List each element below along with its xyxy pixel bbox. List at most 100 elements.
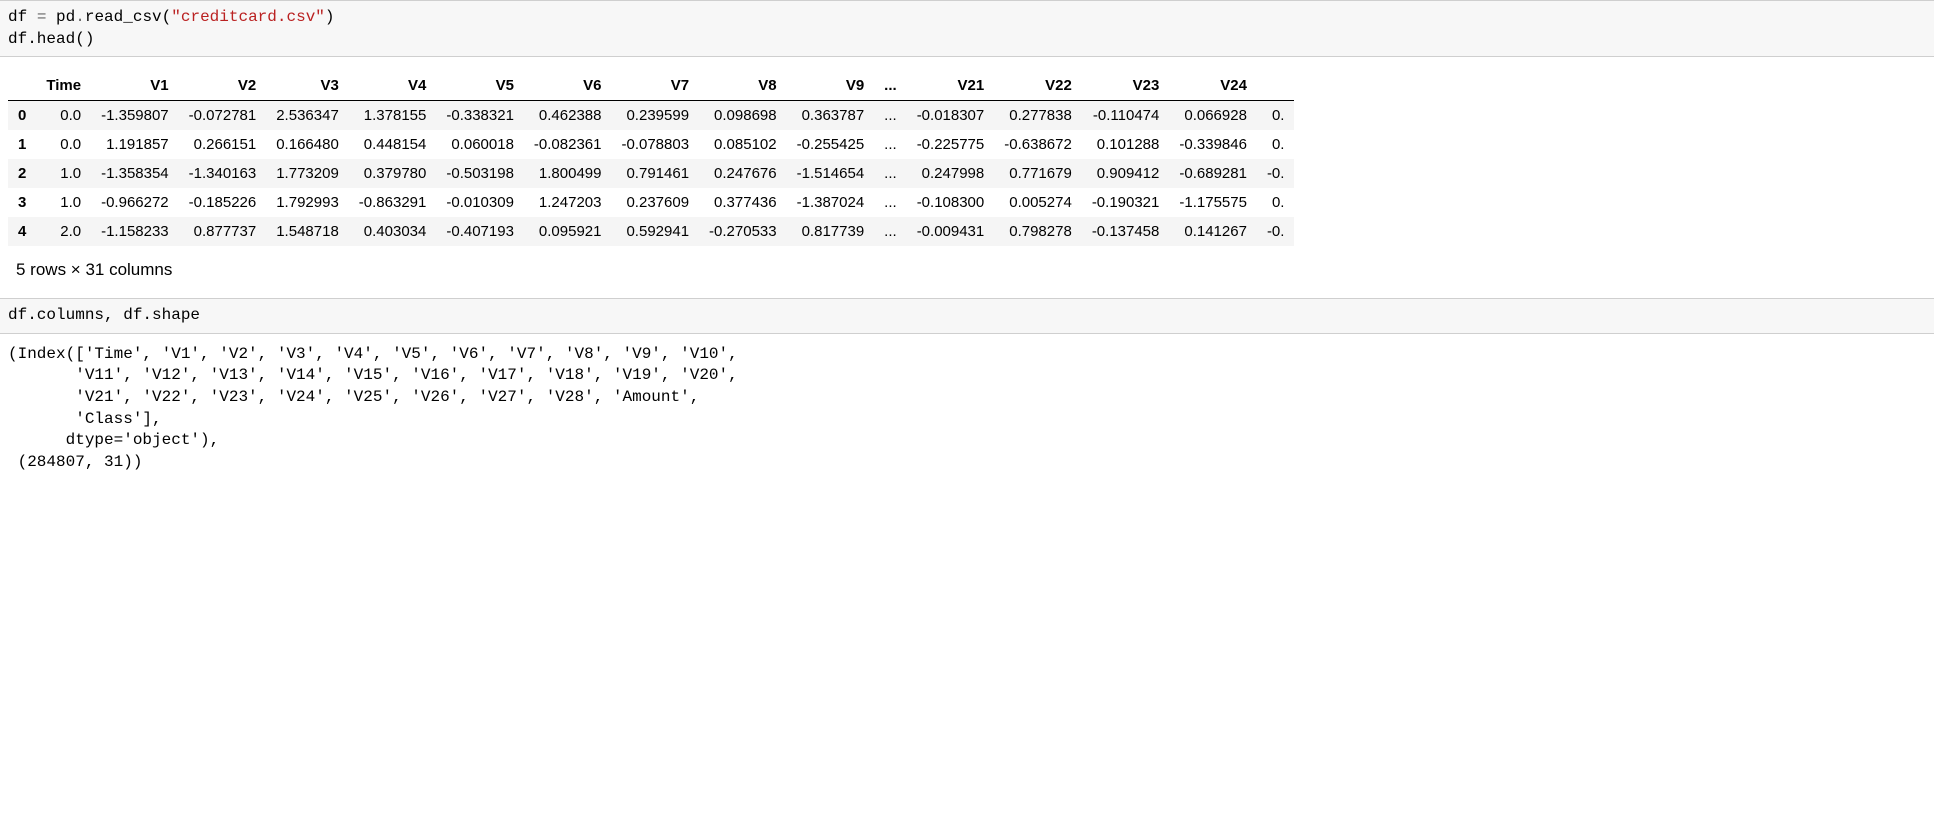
table-cell: -0.078803 <box>611 130 699 159</box>
table-cell: 2.0 <box>36 217 91 246</box>
table-row: 21.0-1.358354-1.3401631.7732090.379780-0… <box>8 159 1294 188</box>
column-header <box>1257 71 1295 101</box>
table-row: 10.01.1918570.2661510.1664800.4481540.06… <box>8 130 1294 159</box>
table-cell: 0.277838 <box>994 101 1082 131</box>
table-cell: 1.773209 <box>266 159 349 188</box>
table-cell: 0.098698 <box>699 101 787 131</box>
table-cell: 1.378155 <box>349 101 437 131</box>
code-cell-2[interactable]: df.columns, df.shape <box>0 298 1934 334</box>
table-cell: -0.137458 <box>1082 217 1170 246</box>
table-cell: -0.966272 <box>91 188 179 217</box>
table-row: 31.0-0.966272-0.1852261.792993-0.863291-… <box>8 188 1294 217</box>
dataframe-shape-note: 5 rows × 31 columns <box>8 246 1926 298</box>
table-corner <box>8 71 36 101</box>
code-text: df = pd.read_csv("creditcard.csv") df.he… <box>8 8 335 48</box>
table-cell: 0.005274 <box>994 188 1082 217</box>
table-cell: 0.363787 <box>787 101 875 131</box>
output-cell-1: TimeV1V2V3V4V5V6V7V8V9...V21V22V23V24 00… <box>0 57 1934 298</box>
column-header: V21 <box>907 71 995 101</box>
dataframe-table: TimeV1V2V3V4V5V6V7V8V9...V21V22V23V24 00… <box>8 71 1294 246</box>
table-cell: 0.239599 <box>611 101 699 131</box>
table-cell: -0.108300 <box>907 188 995 217</box>
table-cell: 0.817739 <box>787 217 875 246</box>
column-header: V9 <box>787 71 875 101</box>
table-cell: -0.638672 <box>994 130 1082 159</box>
table-cell: -0.185226 <box>179 188 267 217</box>
table-cell: 0.877737 <box>179 217 267 246</box>
column-header: V6 <box>524 71 612 101</box>
table-row: 42.0-1.1582330.8777371.5487180.403034-0.… <box>8 217 1294 246</box>
table-cell: 0.592941 <box>611 217 699 246</box>
table-cell: -0.082361 <box>524 130 612 159</box>
table-cell: -0. <box>1257 159 1295 188</box>
table-cell: 0.237609 <box>611 188 699 217</box>
code-cell-1[interactable]: df = pd.read_csv("creditcard.csv") df.he… <box>0 0 1934 57</box>
table-cell: 0.791461 <box>611 159 699 188</box>
table-cell: 0.095921 <box>524 217 612 246</box>
table-header-row: TimeV1V2V3V4V5V6V7V8V9...V21V22V23V24 <box>8 71 1294 101</box>
column-header: V7 <box>611 71 699 101</box>
table-row: 00.0-1.359807-0.0727812.5363471.378155-0… <box>8 101 1294 131</box>
table-cell: ... <box>874 130 907 159</box>
table-cell: 0.0 <box>36 101 91 131</box>
table-cell: 0.085102 <box>699 130 787 159</box>
table-cell: -0.018307 <box>907 101 995 131</box>
table-cell: -0.110474 <box>1082 101 1170 131</box>
table-cell: 1.800499 <box>524 159 612 188</box>
table-cell: 0.266151 <box>179 130 267 159</box>
row-index: 2 <box>8 159 36 188</box>
table-cell: 0. <box>1257 130 1295 159</box>
table-cell: 0.403034 <box>349 217 437 246</box>
table-cell: 0.066928 <box>1169 101 1257 131</box>
row-index: 4 <box>8 217 36 246</box>
table-cell: -0.689281 <box>1169 159 1257 188</box>
table-cell: -1.340163 <box>179 159 267 188</box>
table-cell: ... <box>874 217 907 246</box>
dataframe-wrapper[interactable]: TimeV1V2V3V4V5V6V7V8V9...V21V22V23V24 00… <box>8 65 1926 246</box>
table-cell: -0.338321 <box>436 101 524 131</box>
table-cell: 1.247203 <box>524 188 612 217</box>
column-header: V23 <box>1082 71 1170 101</box>
table-cell: 1.0 <box>36 159 91 188</box>
table-cell: -0.225775 <box>907 130 995 159</box>
table-cell: 0. <box>1257 188 1295 217</box>
table-cell: 0.247998 <box>907 159 995 188</box>
table-cell: -0.863291 <box>349 188 437 217</box>
table-cell: 1.792993 <box>266 188 349 217</box>
row-index: 1 <box>8 130 36 159</box>
table-cell: 0.0 <box>36 130 91 159</box>
table-cell: 0.771679 <box>994 159 1082 188</box>
table-cell: 0.141267 <box>1169 217 1257 246</box>
table-cell: -0.009431 <box>907 217 995 246</box>
table-cell: 0.101288 <box>1082 130 1170 159</box>
table-cell: -0.010309 <box>436 188 524 217</box>
column-header: V3 <box>266 71 349 101</box>
table-cell: 2.536347 <box>266 101 349 131</box>
column-header: V1 <box>91 71 179 101</box>
column-header: V5 <box>436 71 524 101</box>
table-cell: ... <box>874 188 907 217</box>
table-cell: 0.060018 <box>436 130 524 159</box>
table-cell: 0. <box>1257 101 1295 131</box>
code-text: df.columns, df.shape <box>8 306 200 324</box>
row-index: 0 <box>8 101 36 131</box>
table-cell: 1.191857 <box>91 130 179 159</box>
table-cell: -1.387024 <box>787 188 875 217</box>
table-cell: ... <box>874 101 907 131</box>
table-cell: 0.379780 <box>349 159 437 188</box>
table-cell: 0.798278 <box>994 217 1082 246</box>
table-cell: -0.339846 <box>1169 130 1257 159</box>
output-cell-2: (Index(['Time', 'V1', 'V2', 'V3', 'V4', … <box>0 334 1934 494</box>
table-cell: 0.462388 <box>524 101 612 131</box>
table-cell: -0.270533 <box>699 217 787 246</box>
table-cell: -0. <box>1257 217 1295 246</box>
column-header: V24 <box>1169 71 1257 101</box>
table-cell: 0.448154 <box>349 130 437 159</box>
table-cell: 0.247676 <box>699 159 787 188</box>
table-cell: 0.377436 <box>699 188 787 217</box>
table-cell: -0.407193 <box>436 217 524 246</box>
table-cell: -0.255425 <box>787 130 875 159</box>
row-index: 3 <box>8 188 36 217</box>
table-cell: 1.548718 <box>266 217 349 246</box>
table-cell: ... <box>874 159 907 188</box>
